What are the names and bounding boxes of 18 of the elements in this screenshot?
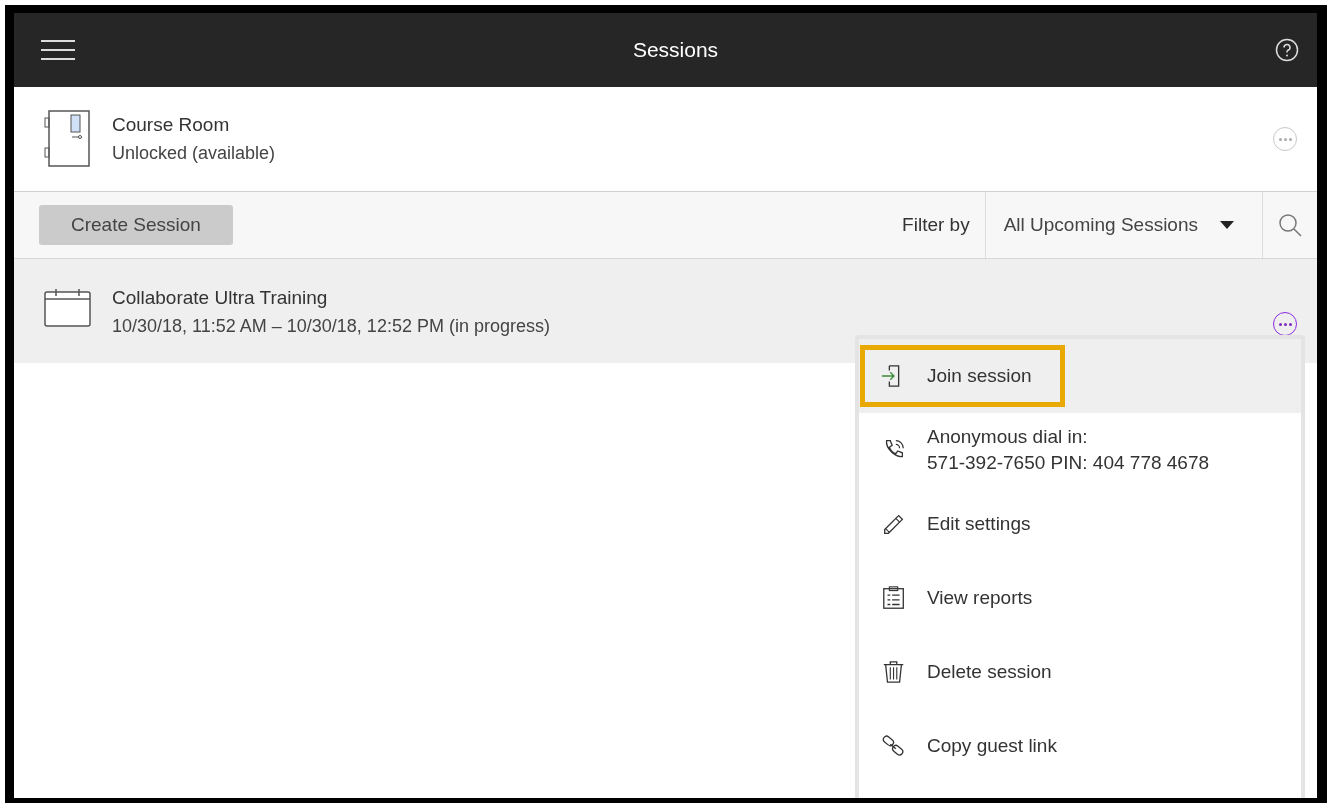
session-title: Collaborate Ultra Training <box>112 286 329 310</box>
search-icon <box>1278 213 1302 237</box>
door-icon <box>44 110 92 168</box>
session-time: 10/30/18, 11:52 AM – 10/30/18, 12:52 PM (in progress) <box>112 315 550 338</box>
clipboard-icon <box>881 585 907 611</box>
caret-icon <box>1220 221 1234 229</box>
help-icon[interactable] <box>1275 38 1299 62</box>
room-status: Unlocked (available) <box>112 142 276 165</box>
session-row[interactable]: Collaborate Ultra Training 10/30/18, 11:52 AM – 10/30/18, 12:52 PM (in progress) <box>14 259 1317 363</box>
room-title: Course Room <box>112 113 231 137</box>
filter-dropdown[interactable]: All Upcoming Sessions <box>984 192 1263 258</box>
menu-icon[interactable] <box>40 39 76 61</box>
menu-item[interactable]: Join session <box>859 339 1301 413</box>
filter-label: Filter by <box>902 212 971 237</box>
create-session-button[interactable]: Create Session <box>39 205 233 245</box>
calendar-icon <box>44 288 92 328</box>
link-icon <box>881 733 907 759</box>
page-title: Sessions <box>632 37 719 64</box>
